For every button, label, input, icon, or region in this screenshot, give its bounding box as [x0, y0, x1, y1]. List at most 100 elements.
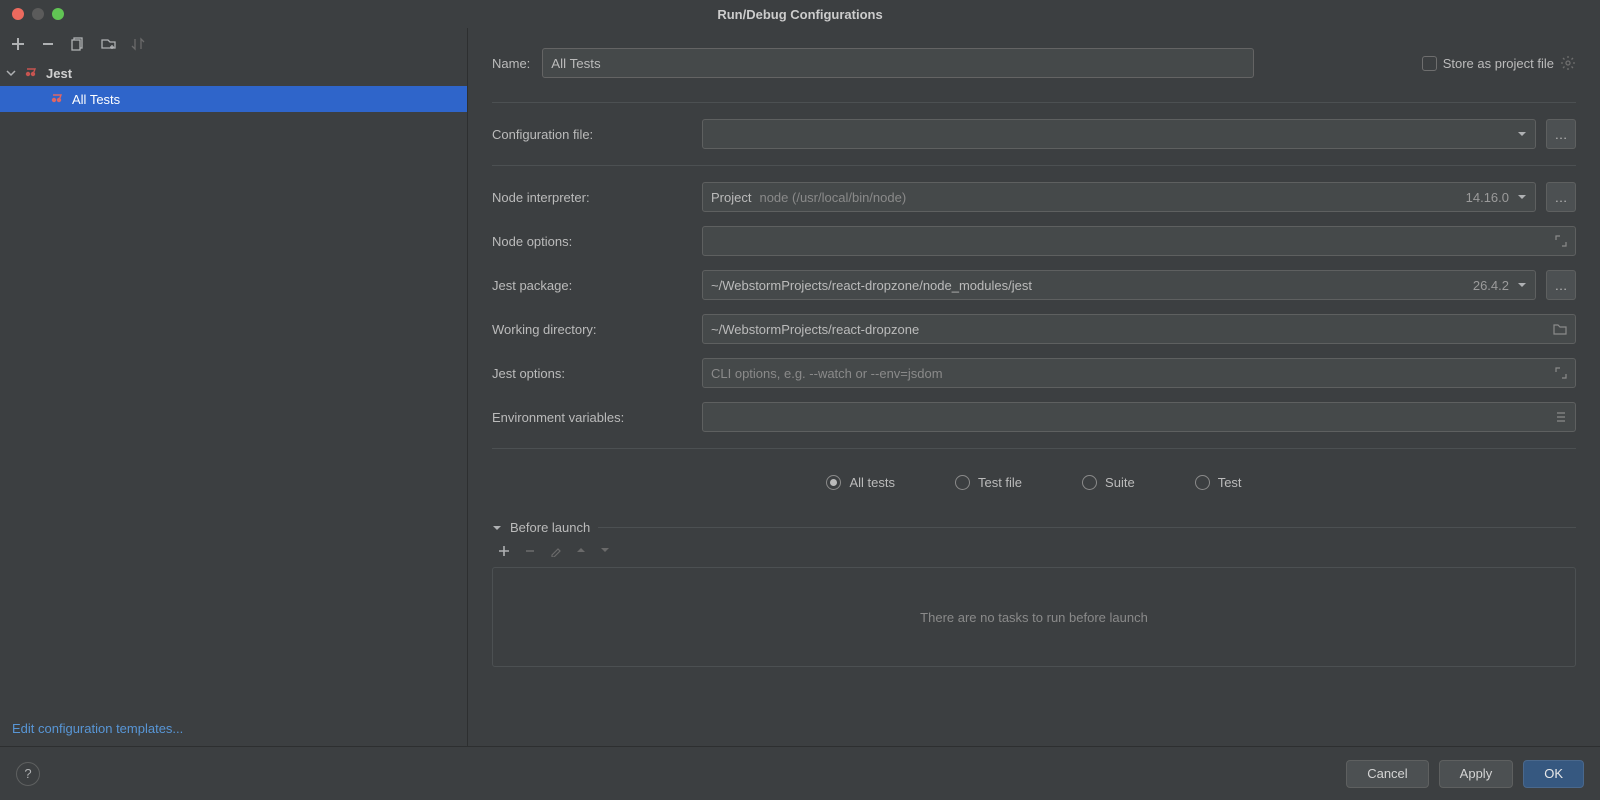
- radio-test-file[interactable]: Test file: [955, 475, 1022, 490]
- radio-test[interactable]: Test: [1195, 475, 1242, 490]
- sidebar-toolbar: [0, 28, 467, 60]
- working-dir-input[interactable]: ~/WebstormProjects/react-dropzone: [702, 314, 1576, 344]
- window-title: Run/Debug Configurations: [717, 7, 882, 22]
- save-config-icon[interactable]: [100, 36, 116, 52]
- name-input[interactable]: [542, 48, 1254, 78]
- node-version-badge: 14.16.0: [1466, 190, 1509, 205]
- divider: [492, 448, 1576, 449]
- jest-options-placeholder: CLI options, e.g. --watch or --env=jsdom: [711, 366, 943, 381]
- help-button[interactable]: ?: [16, 762, 40, 786]
- remove-task-icon: [524, 545, 536, 557]
- env-vars-label: Environment variables:: [492, 410, 692, 425]
- tree-item-all-tests[interactable]: All Tests: [0, 86, 467, 112]
- before-launch-empty-text: There are no tasks to run before launch: [920, 610, 1148, 625]
- name-row: Name: Store as project file: [492, 48, 1576, 78]
- tree-item-label: All Tests: [72, 92, 120, 107]
- chevron-down-icon: [1517, 192, 1527, 202]
- store-label: Store as project file: [1443, 56, 1554, 71]
- ok-label: OK: [1544, 766, 1563, 781]
- checkbox-icon[interactable]: [1422, 56, 1437, 71]
- node-options-label: Node options:: [492, 234, 692, 249]
- config-file-label: Configuration file:: [492, 127, 692, 142]
- env-vars-input[interactable]: [702, 402, 1576, 432]
- jest-package-label: Jest package:: [492, 278, 692, 293]
- jest-options-label: Jest options:: [492, 366, 692, 381]
- folder-icon[interactable]: [1553, 323, 1567, 335]
- remove-config-icon[interactable]: [40, 36, 56, 52]
- add-config-icon[interactable]: [10, 36, 26, 52]
- radio-label: All tests: [849, 475, 895, 490]
- sidebar-footer: Edit configuration templates...: [0, 711, 467, 746]
- jest-options-input[interactable]: CLI options, e.g. --watch or --env=jsdom: [702, 358, 1576, 388]
- divider: [492, 165, 1576, 166]
- chevron-down-icon: [1517, 280, 1527, 290]
- close-window-icon[interactable]: [12, 8, 24, 20]
- before-launch-tasks-area: There are no tasks to run before launch: [492, 567, 1576, 667]
- chevron-down-icon: [1517, 129, 1527, 139]
- radio-label: Suite: [1105, 475, 1135, 490]
- radio-suite[interactable]: Suite: [1082, 475, 1135, 490]
- copy-config-icon[interactable]: [70, 36, 86, 52]
- jest-package-value: ~/WebstormProjects/react-dropzone/node_m…: [711, 278, 1032, 293]
- edit-templates-link[interactable]: Edit configuration templates...: [12, 721, 183, 736]
- gear-icon[interactable]: [1560, 55, 1576, 71]
- before-launch-section: Before launch: [492, 520, 1576, 667]
- radio-icon: [826, 475, 841, 490]
- apply-button[interactable]: Apply: [1439, 760, 1514, 788]
- sort-config-icon[interactable]: [130, 36, 146, 52]
- move-up-icon: [576, 545, 586, 557]
- edit-task-icon: [550, 545, 562, 557]
- name-label: Name:: [492, 56, 530, 71]
- before-launch-title: Before launch: [510, 520, 590, 535]
- move-down-icon: [600, 545, 610, 557]
- node-options-input[interactable]: [702, 226, 1576, 256]
- cancel-button[interactable]: Cancel: [1346, 760, 1428, 788]
- before-launch-toolbar: [492, 535, 1576, 567]
- working-dir-label: Working directory:: [492, 322, 692, 337]
- radio-label: Test: [1218, 475, 1242, 490]
- dialog-footer: ? Cancel Apply OK: [0, 746, 1600, 800]
- divider: [492, 102, 1576, 103]
- chevron-down-icon: [492, 523, 502, 533]
- tree-group-jest[interactable]: Jest: [0, 60, 467, 86]
- node-interpreter-label: Node interpreter:: [492, 190, 692, 205]
- sidebar: Jest All Tests Edit configuration templa…: [0, 28, 468, 746]
- node-interpreter-select[interactable]: Project node (/usr/local/bin/node) 14.16…: [702, 182, 1536, 212]
- divider: [598, 527, 1576, 528]
- jest-package-select[interactable]: ~/WebstormProjects/react-dropzone/node_m…: [702, 270, 1536, 300]
- working-dir-value: ~/WebstormProjects/react-dropzone: [711, 322, 919, 337]
- tree-group-label: Jest: [46, 66, 72, 81]
- maximize-window-icon[interactable]: [52, 8, 64, 20]
- radio-label: Test file: [978, 475, 1022, 490]
- window-controls: [0, 8, 64, 20]
- radio-all-tests[interactable]: All tests: [826, 475, 895, 490]
- before-launch-header[interactable]: Before launch: [492, 520, 1576, 535]
- jest-icon: [50, 91, 66, 107]
- radio-icon: [1082, 475, 1097, 490]
- main-area: Jest All Tests Edit configuration templa…: [0, 28, 1600, 746]
- ok-button[interactable]: OK: [1523, 760, 1584, 788]
- chevron-down-icon: [6, 68, 18, 78]
- node-interpreter-value: node (/usr/local/bin/node): [759, 190, 906, 205]
- cancel-label: Cancel: [1367, 766, 1407, 781]
- expand-icon[interactable]: [1555, 235, 1567, 247]
- node-interpreter-prefix: Project: [711, 190, 751, 205]
- test-scope-group: All tests Test file Suite Test: [492, 465, 1576, 510]
- jest-package-browse-button[interactable]: …: [1546, 270, 1576, 300]
- config-tree: Jest All Tests: [0, 60, 467, 711]
- list-icon[interactable]: [1555, 411, 1567, 423]
- add-task-icon[interactable]: [498, 545, 510, 557]
- store-as-project-file[interactable]: Store as project file: [1422, 55, 1576, 71]
- expand-icon[interactable]: [1555, 367, 1567, 379]
- radio-icon: [1195, 475, 1210, 490]
- config-file-select[interactable]: [702, 119, 1536, 149]
- config-file-browse-button[interactable]: …: [1546, 119, 1576, 149]
- titlebar: Run/Debug Configurations: [0, 0, 1600, 28]
- config-form: Name: Store as project file Configuratio…: [468, 28, 1600, 746]
- minimize-window-icon[interactable]: [32, 8, 44, 20]
- jest-package-version: 26.4.2: [1473, 278, 1509, 293]
- jest-icon: [24, 65, 40, 81]
- radio-icon: [955, 475, 970, 490]
- apply-label: Apply: [1460, 766, 1493, 781]
- node-interpreter-browse-button[interactable]: …: [1546, 182, 1576, 212]
